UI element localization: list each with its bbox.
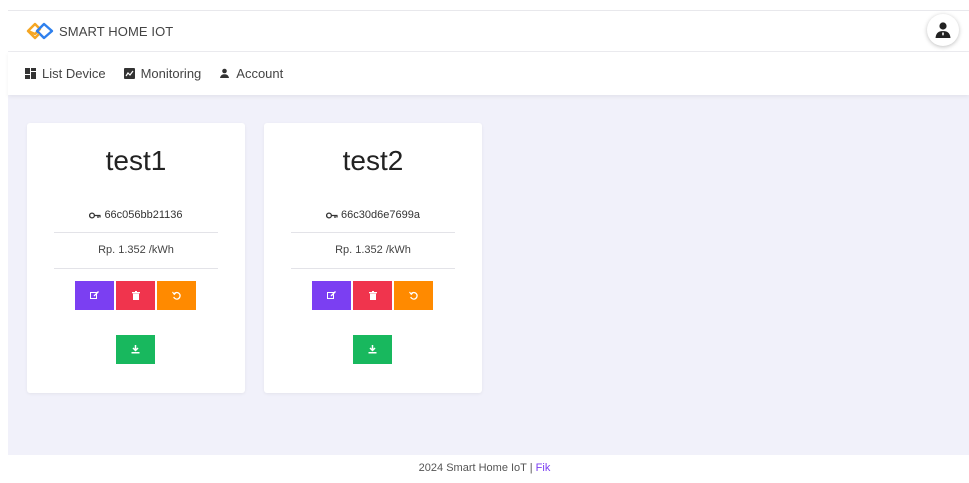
nav-label: Monitoring — [140, 66, 202, 81]
device-card: test1 66c056bb21136 Rp. 1.352 /kWh — [27, 123, 245, 393]
footer-text: 2024 Smart Home IoT | — [418, 462, 536, 474]
device-price: Rp. 1.352 /kWh — [98, 244, 174, 256]
footer: 2024 Smart Home IoT | Fik — [0, 462, 969, 474]
download-button[interactable] — [353, 335, 392, 364]
refresh-icon — [172, 291, 181, 300]
nav-label: Account — [236, 66, 284, 81]
delete-button[interactable] — [353, 281, 392, 310]
user-avatar-button[interactable] — [927, 14, 959, 46]
person-icon — [220, 68, 230, 78]
edit-icon — [327, 291, 336, 299]
monitor-icon — [123, 68, 135, 79]
device-actions — [75, 281, 198, 310]
delete-button[interactable] — [116, 281, 155, 310]
main-nav: List Device Monitoring Account — [8, 52, 969, 95]
divider — [54, 232, 218, 233]
device-actions — [312, 281, 435, 310]
download-icon — [131, 345, 140, 354]
edit-button[interactable] — [75, 281, 114, 310]
reset-button[interactable] — [394, 281, 433, 310]
key-icon — [89, 211, 102, 219]
key-icon — [326, 211, 338, 219]
dashboard-icon — [25, 68, 36, 79]
device-key: 66c30d6e7699a — [264, 209, 482, 221]
device-key-value: 66c30d6e7699a — [341, 209, 420, 221]
trash-icon — [131, 291, 140, 300]
reset-button[interactable] — [157, 281, 196, 310]
top-bar: SMART HOME IOT — [8, 10, 969, 52]
download-icon — [368, 345, 377, 354]
download-button[interactable] — [116, 335, 155, 364]
nav-label: List Device — [42, 66, 106, 81]
footer-author-link[interactable]: Fik — [536, 462, 551, 474]
edit-button[interactable] — [312, 281, 351, 310]
divider — [291, 232, 455, 233]
device-list-area: test1 66c056bb21136 Rp. 1.352 /kWh test2… — [8, 95, 969, 455]
device-card: test2 66c30d6e7699a Rp. 1.352 /kWh — [264, 123, 482, 393]
divider — [291, 268, 455, 269]
nav-item-list-device[interactable]: List Device — [25, 66, 106, 81]
device-name: test2 — [342, 145, 404, 176]
device-key-value: 66c056bb21136 — [104, 209, 183, 221]
brand-logo-icon — [26, 22, 54, 40]
edit-icon — [90, 291, 99, 299]
brand[interactable]: SMART HOME IOT — [25, 20, 173, 42]
refresh-icon — [409, 291, 418, 300]
user-icon — [935, 22, 951, 38]
device-key: 66c056bb21136 — [27, 209, 245, 221]
trash-icon — [368, 291, 377, 300]
nav-item-account[interactable]: Account — [219, 66, 283, 81]
divider — [54, 268, 218, 269]
brand-name: SMART HOME IOT — [59, 23, 174, 39]
nav-item-monitoring[interactable]: Monitoring — [123, 66, 202, 81]
device-name: test1 — [105, 145, 167, 176]
device-price: Rp. 1.352 /kWh — [335, 244, 411, 256]
